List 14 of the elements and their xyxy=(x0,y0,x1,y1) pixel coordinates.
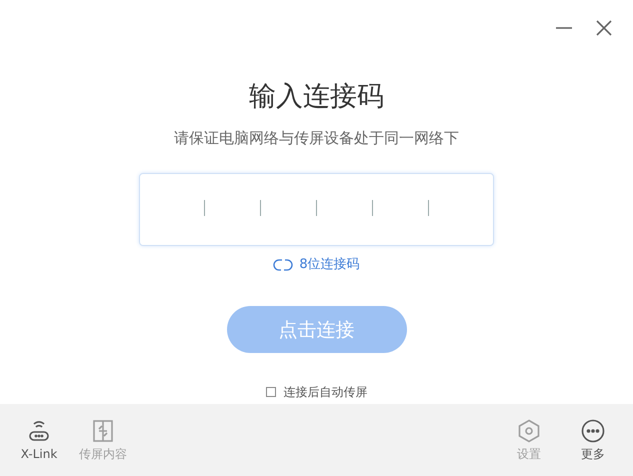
more-icon xyxy=(581,418,605,442)
switch-icon xyxy=(273,259,294,271)
nav-button[interactable]: X-Link xyxy=(7,418,71,462)
settings-icon xyxy=(517,418,541,442)
code-input-field[interactable] xyxy=(139,173,494,246)
nav-button[interactable]: 更多 xyxy=(561,418,625,462)
code-length-link[interactable]: 8位连接码 xyxy=(273,256,360,274)
checkbox[interactable] xyxy=(266,387,276,397)
checkbox-label: 连接后自动传屏 xyxy=(284,384,368,400)
cast-content-icon xyxy=(92,418,114,442)
router-icon xyxy=(28,418,50,442)
dialog-title: 输入连接码 xyxy=(249,80,384,114)
close-icon[interactable] xyxy=(595,19,613,37)
instruction-text: 请保证电脑网络与传屏设备处于同一网络下 xyxy=(174,128,459,148)
